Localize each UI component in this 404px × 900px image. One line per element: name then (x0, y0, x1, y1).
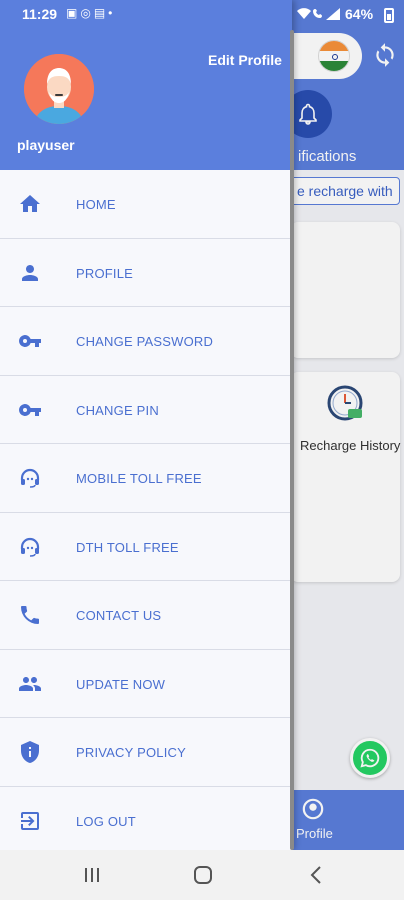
menu-item-label: HOME (76, 197, 116, 212)
menu-item-label: CHANGE PIN (76, 402, 159, 418)
battery-percent: 64% (345, 6, 374, 22)
menu-item-label: CONTACT US (76, 608, 162, 623)
menu-item-change-pin[interactable]: CHANGE PIN (0, 375, 292, 444)
menu-item-label: DTH TOLL FREE (76, 539, 179, 555)
user-avatar-icon (24, 54, 94, 124)
key-icon (19, 403, 41, 416)
drawer-scrollbar[interactable] (290, 30, 294, 850)
menu-item-change-password[interactable]: CHANGE PASSWORD (0, 307, 292, 376)
edit-profile-button[interactable]: Edit Profile (208, 52, 282, 68)
key-icon (19, 335, 41, 347)
call-icon (313, 9, 322, 18)
alarm-icon: ▤ (93, 6, 109, 20)
menu-item-home[interactable]: HOME (0, 170, 292, 239)
menu-item-log-out[interactable]: LOG OUT (0, 786, 292, 855)
support-agent-icon (20, 468, 40, 488)
avatar[interactable] (24, 54, 94, 124)
notification-icons: ▣◎▤• (66, 6, 115, 20)
phone-icon (21, 606, 39, 624)
menu-item-contact-us[interactable]: CONTACT US (0, 581, 292, 650)
menu-item-privacy-policy[interactable]: PRIVACY POLICY (0, 718, 292, 787)
gallery-icon: ▣ (66, 6, 81, 20)
system-navigation-bar (0, 850, 404, 900)
menu-item-mobile-toll-free[interactable]: MOBILE TOLL FREE (0, 444, 292, 513)
logout-icon (21, 811, 39, 830)
menu-item-label: LOG OUT (76, 813, 136, 829)
menu-item-label: MOBILE TOLL FREE (76, 471, 202, 486)
connectivity-icons (297, 8, 340, 20)
menu-item-label: UPDATE NOW (76, 676, 166, 692)
back-icon[interactable] (305, 863, 329, 887)
menu-item-profile[interactable]: PROFILE (0, 238, 292, 307)
menu-item-update-now[interactable]: UPDATE NOW (0, 649, 292, 718)
battery-icon (384, 8, 394, 23)
whatsapp-icon: ◎ (80, 6, 94, 20)
menu-item-label: PROFILE (76, 265, 134, 281)
shield-icon (21, 741, 39, 763)
menu-item-label: CHANGE PASSWORD (76, 334, 214, 349)
navigation-drawer: Edit Profile playuser HOME PROFILE CHANG… (0, 0, 292, 855)
signal-icon (326, 8, 340, 20)
drawer-menu: HOME PROFILE CHANGE PASSWORD CHANGE PIN … (0, 170, 292, 855)
username: playuser (17, 137, 75, 153)
status-time: 11:29 (22, 6, 58, 22)
home-icon (20, 195, 40, 212)
recent-apps-icon[interactable] (80, 863, 104, 887)
support-agent-icon (20, 537, 40, 557)
menu-item-dth-toll-free[interactable]: DTH TOLL FREE (0, 512, 292, 581)
menu-item-label: PRIVACY POLICY (76, 745, 186, 760)
status-bar: 11:29 ▣◎▤• 64% (0, 0, 404, 28)
person-icon (22, 264, 38, 281)
home-button-icon[interactable] (191, 863, 215, 887)
dot-icon: • (108, 6, 116, 20)
wifi-icon (297, 8, 311, 19)
group-icon (19, 676, 41, 691)
